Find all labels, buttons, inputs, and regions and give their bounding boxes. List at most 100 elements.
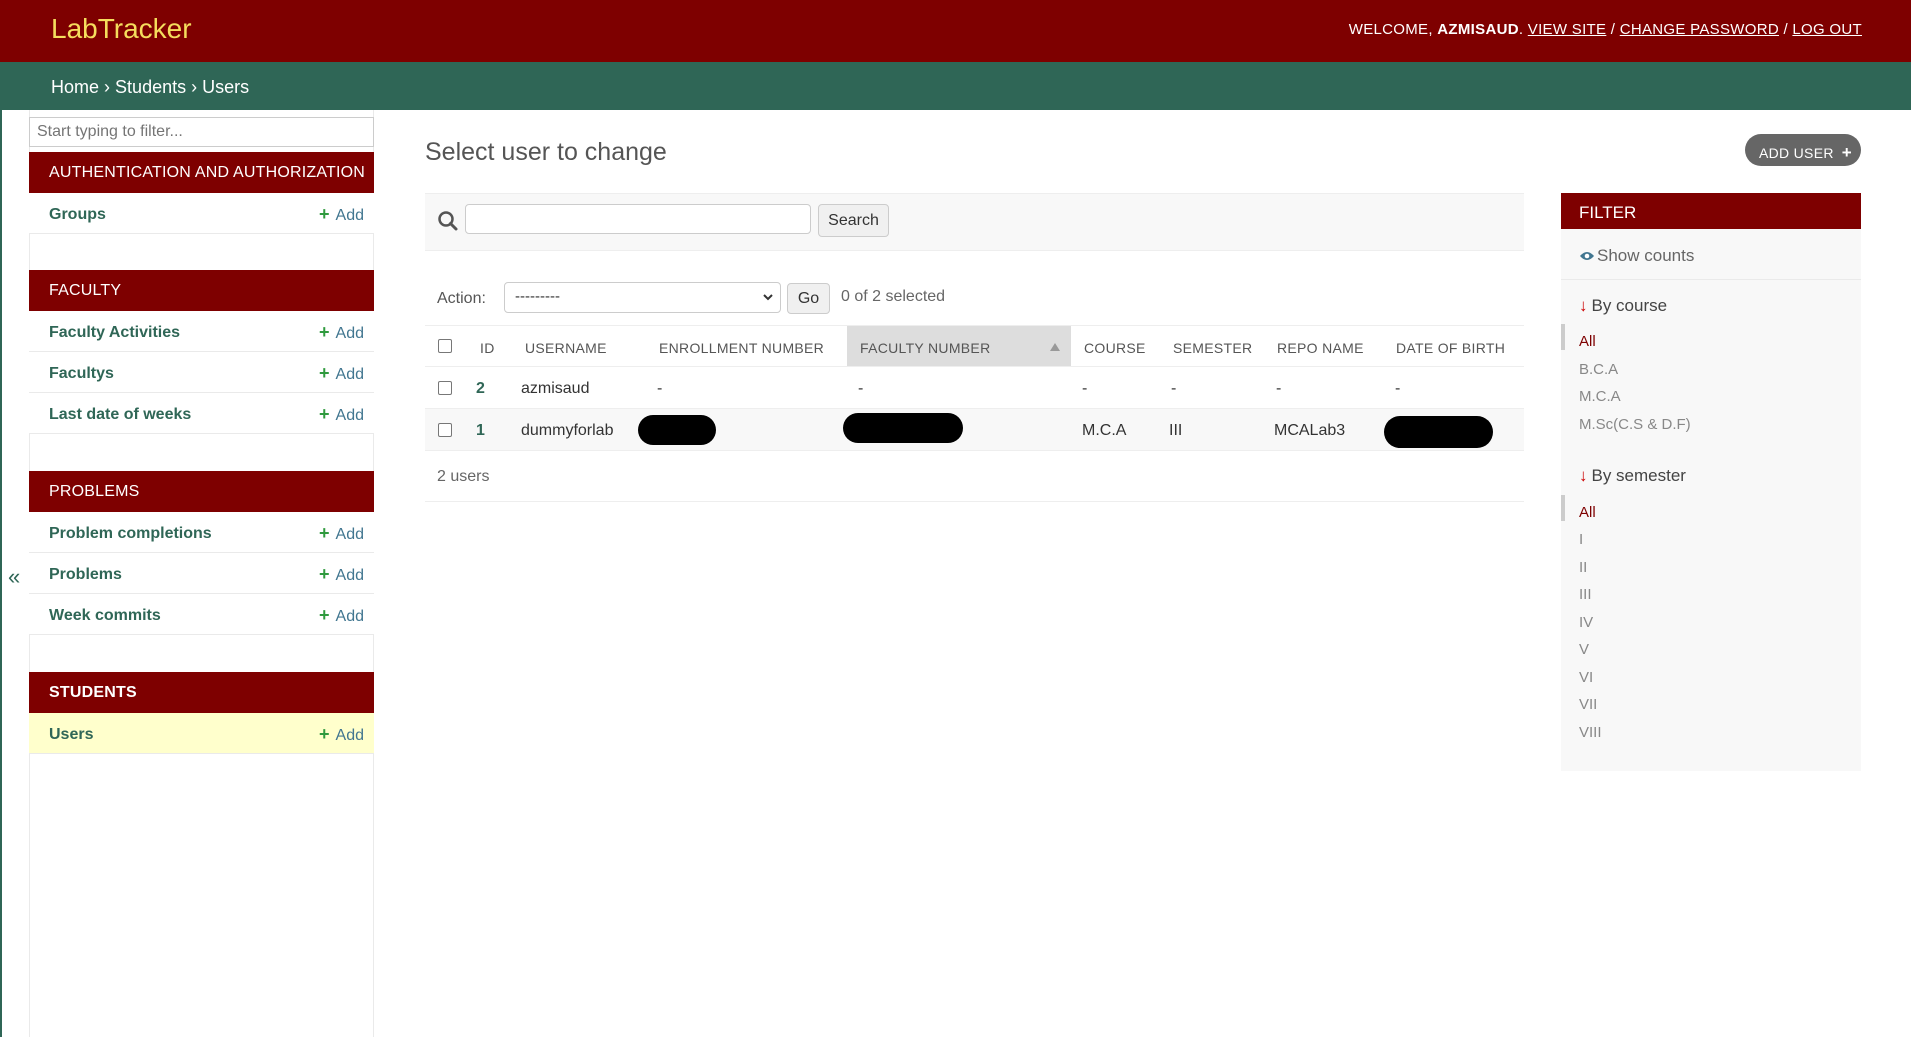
module-problems: PROBLEMS Problem completions + Add Proble… bbox=[29, 471, 374, 675]
add-facultys-link[interactable]: + Add bbox=[319, 363, 364, 384]
breadcrumb-students[interactable]: Students bbox=[115, 77, 186, 97]
sidebar-item-last-date-of-weeks: Last date of weeks + Add bbox=[29, 393, 374, 434]
add-faculty-activities-link[interactable]: + Add bbox=[319, 322, 364, 343]
add-week-commits-link[interactable]: + Add bbox=[319, 605, 364, 626]
cell-id[interactable]: 2 bbox=[476, 380, 485, 398]
plus-icon: + bbox=[319, 564, 330, 584]
cell-username: azmisaud bbox=[521, 380, 590, 397]
search-button[interactable]: Search bbox=[818, 204, 889, 237]
search-toolbar: Search bbox=[425, 193, 1524, 251]
column-header-repo-name[interactable]: REPO NAME bbox=[1277, 340, 1364, 356]
sidebar-item-label[interactable]: Facultys bbox=[49, 365, 114, 383]
column-header-faculty-number[interactable]: FACULTY NUMBER bbox=[860, 340, 990, 356]
search-input[interactable] bbox=[465, 204, 811, 234]
breadcrumb-home[interactable]: Home bbox=[51, 77, 99, 97]
show-counts-label: Show counts bbox=[1597, 246, 1695, 265]
filter-semester-v[interactable]: V bbox=[1579, 641, 1589, 658]
cell-faculty-number: - bbox=[858, 380, 864, 397]
table-row: 2 azmisaud - - - - - - bbox=[425, 367, 1524, 409]
sidebar-item-label[interactable]: Groups bbox=[49, 206, 106, 224]
add-problems-link[interactable]: + Add bbox=[319, 564, 364, 585]
cell-semester: - bbox=[1171, 380, 1177, 397]
cell-course: - bbox=[1082, 380, 1088, 397]
plus-icon: + bbox=[319, 523, 330, 543]
add-problem-completions-link[interactable]: + Add bbox=[319, 523, 364, 544]
sidebar-item-label[interactable]: Problems bbox=[49, 566, 122, 584]
result-table: ID USERNAME ENROLLMENT NUMBER FACULTY NU… bbox=[425, 325, 1524, 451]
view-site-link[interactable]: VIEW SITE bbox=[1528, 21, 1607, 38]
column-header-semester[interactable]: SEMESTER bbox=[1173, 340, 1252, 356]
filter-semester-viii[interactable]: VIII bbox=[1579, 724, 1602, 741]
filter-semester-vi[interactable]: VI bbox=[1579, 669, 1593, 686]
selected-filter-bar bbox=[1561, 324, 1565, 350]
nav-filter-input[interactable] bbox=[29, 117, 374, 147]
site-brand[interactable]: LabTracker bbox=[51, 13, 192, 45]
filter-course-all[interactable]: All bbox=[1579, 333, 1596, 350]
filter-course-msc[interactable]: M.Sc(C.S & D.F) bbox=[1579, 416, 1691, 433]
filter-panel: FILTER Show counts ↓ By course All B.C.A … bbox=[1561, 193, 1861, 771]
go-button[interactable]: Go bbox=[787, 283, 830, 314]
sidebar-item-problems: Problems + Add bbox=[29, 553, 374, 594]
cell-id[interactable]: 1 bbox=[476, 422, 485, 440]
username: AZMISAUD bbox=[1437, 21, 1519, 38]
column-header-username[interactable]: USERNAME bbox=[525, 340, 607, 356]
plus-icon: + bbox=[319, 363, 330, 383]
eye-icon bbox=[1580, 252, 1594, 260]
add-label: Add bbox=[335, 567, 364, 584]
welcome-text: WELCOME, bbox=[1348, 21, 1433, 38]
filter-semester-vii[interactable]: VII bbox=[1579, 696, 1597, 713]
filter-heading-course[interactable]: ↓ By course bbox=[1561, 296, 1667, 316]
action-select[interactable]: --------- bbox=[504, 282, 781, 313]
sidebar-item-label[interactable]: Last date of weeks bbox=[49, 406, 191, 424]
cell-date-of-birth: - bbox=[1395, 380, 1401, 397]
filter-semester-i[interactable]: I bbox=[1579, 531, 1583, 548]
plus-icon: + bbox=[319, 322, 330, 342]
column-header-date-of-birth[interactable]: DATE OF BIRTH bbox=[1396, 340, 1505, 356]
redacted-enrollment bbox=[638, 415, 716, 445]
show-counts-link[interactable]: Show counts bbox=[1561, 229, 1861, 280]
actions-bar: Action: --------- Go 0 of 2 selected bbox=[425, 280, 1524, 320]
filter-semester-ii[interactable]: II bbox=[1579, 559, 1587, 576]
plus-icon: + bbox=[319, 204, 330, 224]
column-header-course[interactable]: COURSE bbox=[1084, 340, 1146, 356]
sidebar-item-label[interactable]: Faculty Activities bbox=[49, 324, 180, 342]
collapse-sidebar-icon[interactable]: « bbox=[8, 564, 20, 590]
filter-semester-all[interactable]: All bbox=[1579, 504, 1596, 521]
module-caption[interactable]: PROBLEMS bbox=[29, 471, 374, 512]
sort-ascending-icon[interactable] bbox=[1050, 343, 1060, 351]
column-header-id[interactable]: ID bbox=[480, 340, 495, 356]
row-checkbox[interactable] bbox=[438, 381, 452, 395]
redacted-faculty-number bbox=[843, 413, 963, 443]
add-user-label: ADD USER bbox=[1759, 145, 1834, 161]
sidebar-item-label[interactable]: Users bbox=[49, 726, 93, 744]
filter-semester-iv[interactable]: IV bbox=[1579, 614, 1593, 631]
row-checkbox[interactable] bbox=[438, 423, 452, 437]
add-label: Add bbox=[335, 526, 364, 543]
selection-counter: 0 of 2 selected bbox=[841, 288, 946, 305]
action-select-value: --------- bbox=[515, 288, 560, 305]
add-user-button[interactable]: ADD USER + bbox=[1745, 134, 1861, 166]
change-password-link[interactable]: CHANGE PASSWORD bbox=[1620, 21, 1779, 38]
module-students: STUDENTS Users + Add bbox=[29, 672, 374, 754]
add-groups-link[interactable]: + Add bbox=[319, 204, 364, 225]
add-users-link[interactable]: + Add bbox=[319, 724, 364, 745]
filter-course-bca[interactable]: B.C.A bbox=[1579, 361, 1618, 378]
sidebar-item-label[interactable]: Week commits bbox=[49, 607, 161, 625]
module-spacer bbox=[29, 434, 374, 474]
module-caption[interactable]: FACULTY bbox=[29, 270, 374, 311]
plus-icon: + bbox=[319, 724, 330, 744]
column-header-enrollment-number[interactable]: ENROLLMENT NUMBER bbox=[659, 340, 824, 356]
select-all-checkbox[interactable] bbox=[438, 339, 452, 353]
filter-semester-iii[interactable]: III bbox=[1579, 586, 1592, 603]
filter-course-mca[interactable]: M.C.A bbox=[1579, 388, 1621, 405]
log-out-link[interactable]: LOG OUT bbox=[1792, 21, 1862, 38]
module-caption[interactable]: STUDENTS bbox=[29, 672, 374, 713]
filter-heading-semester[interactable]: ↓ By semester bbox=[1561, 466, 1686, 486]
table-header: ID USERNAME ENROLLMENT NUMBER FACULTY NU… bbox=[425, 325, 1524, 367]
module-caption[interactable]: AUTHENTICATION AND AUTHORIZATION bbox=[29, 152, 374, 193]
breadcrumb-users: Users bbox=[202, 77, 250, 97]
add-last-date-of-weeks-link[interactable]: + Add bbox=[319, 404, 364, 425]
module-spacer bbox=[29, 234, 374, 274]
separator: / bbox=[1783, 21, 1788, 38]
sidebar-item-label[interactable]: Problem completions bbox=[49, 525, 212, 543]
